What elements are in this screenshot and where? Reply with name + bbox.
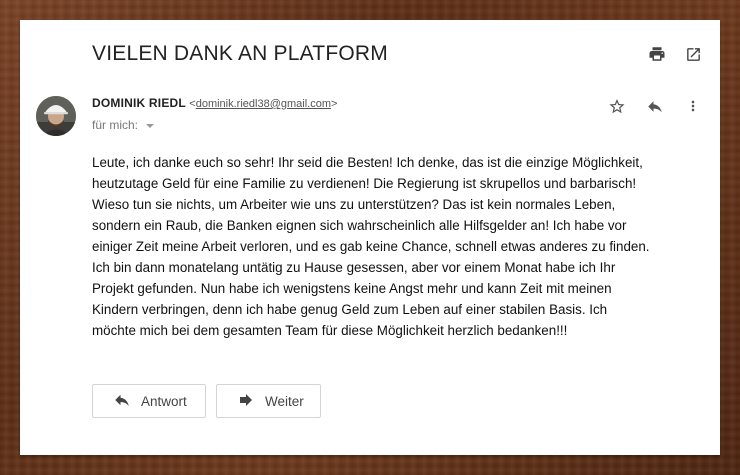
sender-name[interactable]: DOMINIK RIEDL — [92, 96, 186, 110]
forward-button-label: Weiter — [265, 393, 304, 409]
forward-button[interactable]: Weiter — [216, 384, 321, 418]
recipient-label: für mich: — [92, 118, 139, 132]
email-subject: VIELEN DANK AN PLATFORM — [92, 42, 388, 65]
recipient-line: für mich: — [92, 118, 155, 132]
chevron-down-icon[interactable] — [146, 124, 155, 128]
email-card: VIELEN DANK AN PLATFORM DOMINIK RIEDL <d… — [20, 20, 720, 455]
reply-button[interactable]: Antwort — [92, 384, 206, 418]
reply-button-label: Antwort — [141, 393, 187, 409]
star-icon[interactable] — [608, 97, 626, 115]
open-in-new-icon[interactable] — [684, 45, 702, 63]
message-actions — [608, 97, 702, 115]
more-vert-icon[interactable] — [684, 97, 702, 115]
reply-actions: Antwort Weiter — [92, 384, 321, 418]
sender-email[interactable]: <dominik.riedl38@gmail.com> — [189, 98, 337, 110]
sender-line: DOMINIK RIEDL <dominik.riedl38@gmail.com… — [92, 96, 337, 110]
reply-icon — [113, 391, 131, 412]
print-icon[interactable] — [648, 45, 666, 63]
top-actions — [648, 45, 702, 63]
sender-email-address[interactable]: dominik.riedl38@gmail.com — [196, 98, 331, 110]
email-body: Leute, ich danke euch so sehr! Ihr seid … — [92, 155, 650, 338]
reply-icon[interactable] — [646, 97, 664, 115]
forward-icon — [237, 391, 255, 412]
avatar[interactable] — [36, 96, 76, 136]
